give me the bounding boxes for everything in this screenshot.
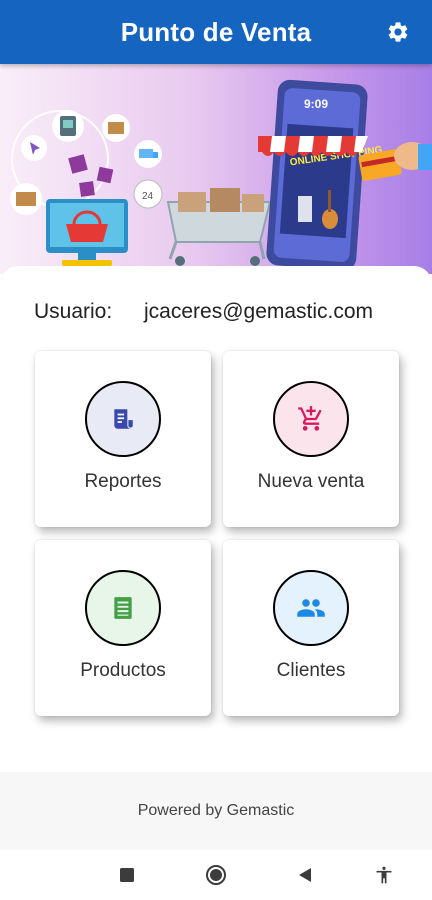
circle-icon bbox=[206, 865, 226, 885]
recents-button[interactable] bbox=[115, 863, 139, 887]
hero-banner: 24 9:09 ONLINE SHOPPING bbox=[0, 64, 432, 274]
home-button[interactable] bbox=[204, 863, 228, 887]
nueva-venta-icon-circle bbox=[273, 381, 349, 457]
cart-add-icon bbox=[298, 406, 322, 431]
gear-icon bbox=[388, 22, 408, 42]
productos-label: Productos bbox=[80, 660, 166, 681]
clientes-tile[interactable]: Clientes bbox=[223, 540, 399, 716]
triangle-back-icon bbox=[299, 868, 311, 882]
app-bar: Punto de Venta bbox=[0, 0, 432, 64]
user-label: Usuario: bbox=[34, 300, 113, 323]
accessibility-button[interactable] bbox=[372, 863, 396, 887]
productos-tile[interactable]: Productos bbox=[35, 540, 211, 716]
productos-icon-circle bbox=[85, 570, 161, 646]
svg-text:24: 24 bbox=[142, 191, 154, 202]
list-icon bbox=[114, 597, 132, 619]
svg-text:9:09: 9:09 bbox=[304, 97, 328, 111]
clientes-icon-circle bbox=[273, 570, 349, 646]
system-nav-bar bbox=[0, 850, 432, 900]
user-info: Usuario: jcaceres@gemastic.com bbox=[34, 300, 373, 324]
accessibility-icon bbox=[376, 866, 392, 884]
settings-button[interactable] bbox=[384, 18, 412, 46]
reportes-tile[interactable]: Reportes bbox=[35, 351, 211, 527]
clientes-label: Clientes bbox=[276, 660, 346, 681]
cart-illustration bbox=[166, 188, 272, 266]
nueva-venta-label: Nueva venta bbox=[257, 471, 365, 492]
footer: Powered by Gemastic bbox=[0, 772, 432, 850]
reportes-icon-circle bbox=[85, 381, 161, 457]
shopping-illustration: 24 9:09 ONLINE SHOPPING bbox=[10, 79, 432, 271]
back-button[interactable] bbox=[293, 863, 317, 887]
powered-by-text: Powered by Gemastic bbox=[137, 802, 295, 819]
app-title: Punto de Venta bbox=[120, 16, 312, 47]
reportes-label: Reportes bbox=[84, 471, 162, 492]
receipt-icon bbox=[114, 409, 133, 429]
nueva-venta-tile[interactable]: Nueva venta bbox=[223, 351, 399, 527]
monitor-icon bbox=[46, 199, 128, 266]
square-icon bbox=[120, 868, 134, 882]
user-email: jcaceres@gemastic.com bbox=[144, 300, 374, 323]
people-icon bbox=[297, 599, 325, 617]
